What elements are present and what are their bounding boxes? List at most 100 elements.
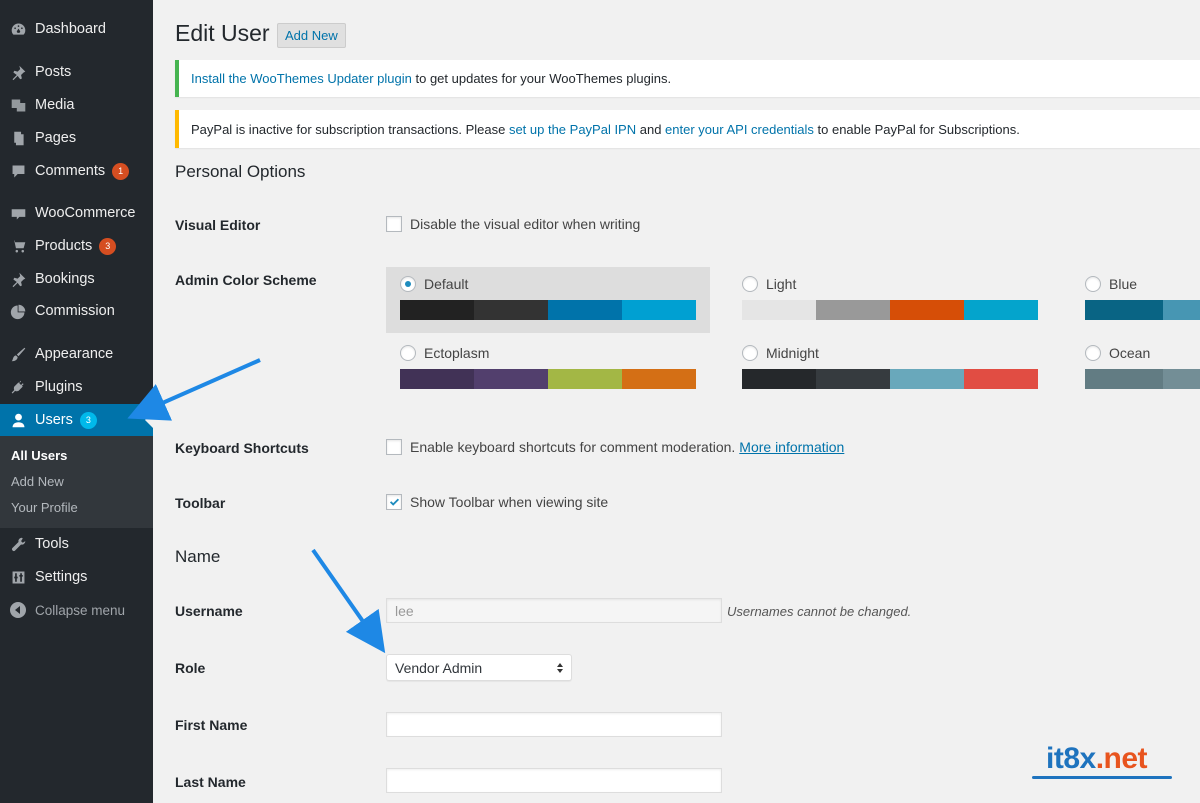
install-updater-link[interactable]: Install the WooThemes Updater plugin bbox=[191, 71, 412, 86]
products-icon bbox=[8, 236, 28, 256]
scheme-radio[interactable] bbox=[1085, 345, 1101, 361]
last-name-field[interactable] bbox=[386, 768, 722, 793]
swatch bbox=[1162, 369, 1200, 389]
swatch bbox=[964, 369, 1038, 389]
sidebar-item-commission[interactable]: Commission bbox=[0, 295, 153, 327]
first-name-field[interactable] bbox=[386, 712, 722, 737]
swatch bbox=[816, 300, 890, 320]
scheme-midnight[interactable]: Midnight bbox=[728, 336, 1052, 402]
api-credentials-link[interactable]: enter your API credentials bbox=[665, 122, 814, 137]
scheme-radio[interactable] bbox=[742, 345, 758, 361]
scheme-radio[interactable] bbox=[1085, 276, 1101, 292]
scheme-ocean[interactable]: Ocean bbox=[1071, 336, 1200, 402]
paypal-ipn-link[interactable]: set up the PayPal IPN bbox=[509, 122, 636, 137]
swatch bbox=[816, 369, 890, 389]
scheme-swatches bbox=[1085, 369, 1200, 389]
scheme-swatches bbox=[742, 369, 1038, 389]
swatch bbox=[742, 300, 816, 320]
sidebar-item-dashboard[interactable]: Dashboard bbox=[0, 13, 153, 45]
sidebar-item-label: Bookings bbox=[35, 271, 95, 287]
sidebar-item-settings[interactable]: Settings bbox=[0, 561, 153, 593]
swatch bbox=[400, 300, 474, 320]
sidebar-item-label: Pages bbox=[35, 130, 77, 146]
submenu-your-profile[interactable]: Your Profile bbox=[11, 500, 78, 515]
updater-notice: Install the WooThemes Updater plugin to … bbox=[175, 60, 1200, 97]
scheme-radio[interactable] bbox=[742, 276, 758, 292]
sidebar-item-products[interactable]: Products 3 bbox=[0, 230, 153, 262]
visual-editor-label: Visual Editor bbox=[175, 217, 261, 233]
keyboard-shortcuts-text: Enable keyboard shortcuts for comment mo… bbox=[410, 439, 736, 455]
visual-editor-text: Disable the visual editor when writing bbox=[410, 216, 641, 232]
sidebar-item-posts[interactable]: Posts bbox=[0, 56, 153, 88]
username-label: Username bbox=[175, 603, 243, 619]
sidebar-item-label: Dashboard bbox=[35, 21, 106, 37]
select-arrows-icon bbox=[557, 662, 563, 673]
swatch bbox=[890, 300, 964, 320]
sidebar-item-label: Commission bbox=[35, 303, 115, 319]
sidebar-item-label: Media bbox=[35, 97, 75, 113]
comment-icon bbox=[8, 161, 28, 181]
media-icon bbox=[8, 95, 28, 115]
keyboard-shortcuts-option[interactable]: Enable keyboard shortcuts for comment mo… bbox=[386, 439, 844, 455]
scheme-swatches bbox=[742, 300, 1038, 320]
scheme-light[interactable]: Light bbox=[728, 267, 1052, 333]
scheme-blue[interactable]: Blue bbox=[1071, 267, 1200, 333]
sidebar-item-bookings[interactable]: Bookings bbox=[0, 263, 153, 295]
notice-text: and bbox=[636, 121, 666, 137]
sidebar-item-tools[interactable]: Tools bbox=[0, 528, 153, 560]
swatch bbox=[890, 369, 964, 389]
username-field[interactable] bbox=[386, 598, 722, 623]
toolbar-label: Toolbar bbox=[175, 495, 226, 511]
sidebar-item-label: Comments bbox=[35, 163, 106, 179]
pie-chart-icon bbox=[8, 301, 28, 321]
scheme-radio[interactable] bbox=[400, 276, 416, 292]
scheme-ectoplasm[interactable]: Ectoplasm bbox=[386, 336, 710, 402]
toolbar-text: Show Toolbar when viewing site bbox=[410, 494, 609, 510]
sidebar-item-users[interactable]: Users 3 bbox=[0, 404, 153, 436]
swatch bbox=[622, 369, 696, 389]
sidebar-item-appearance[interactable]: Appearance bbox=[0, 338, 153, 370]
visual-editor-option[interactable]: Disable the visual editor when writing bbox=[386, 216, 640, 232]
personal-options-title: Personal Options bbox=[175, 162, 306, 181]
sidebar-item-label: Plugins bbox=[35, 379, 83, 395]
sidebar-item-media[interactable]: Media bbox=[0, 89, 153, 121]
users-submenu: All Users Add New Your Profile bbox=[0, 436, 153, 528]
sidebar-item-label: WooCommerce bbox=[35, 205, 136, 221]
keyboard-shortcuts-checkbox[interactable] bbox=[386, 439, 402, 455]
toolbar-checkbox[interactable] bbox=[386, 494, 402, 510]
notice-text: to get updates for your WooThemes plugin… bbox=[411, 71, 672, 86]
paintbrush-icon bbox=[8, 344, 28, 364]
sidebar-item-woocommerce[interactable]: WooCommerce bbox=[0, 197, 153, 229]
more-information-link[interactable]: More information bbox=[739, 439, 844, 455]
pin-icon bbox=[8, 62, 28, 82]
user-icon bbox=[8, 410, 28, 430]
plugin-icon bbox=[8, 377, 28, 397]
collapse-menu-button[interactable]: Collapse menu bbox=[0, 594, 153, 626]
scheme-name: Ectoplasm bbox=[424, 345, 490, 361]
collapse-label: Collapse menu bbox=[35, 602, 126, 618]
swatch bbox=[548, 300, 622, 320]
username-note: Usernames cannot be changed. bbox=[727, 604, 912, 619]
swatch bbox=[474, 369, 548, 389]
toolbar-option[interactable]: Show Toolbar when viewing site bbox=[386, 494, 608, 510]
scheme-name: Blue bbox=[1109, 276, 1138, 292]
submenu-all-users[interactable]: All Users bbox=[11, 448, 67, 463]
scheme-swatches bbox=[400, 300, 696, 320]
swatch bbox=[742, 369, 816, 389]
scheme-radio[interactable] bbox=[400, 345, 416, 361]
visual-editor-checkbox[interactable] bbox=[386, 216, 402, 232]
role-select[interactable]: Vendor Admin bbox=[386, 654, 572, 681]
notice-text: to enable PayPal for Subscriptions. bbox=[813, 121, 1020, 137]
wrench-icon bbox=[8, 534, 28, 554]
checkmark-icon bbox=[389, 498, 399, 506]
sidebar-item-label: Tools bbox=[35, 536, 69, 552]
sidebar-item-comments[interactable]: Comments 1 bbox=[0, 155, 153, 187]
watermark-logo: it8x.net bbox=[1046, 742, 1148, 775]
sidebar-item-plugins[interactable]: Plugins bbox=[0, 371, 153, 403]
swatch bbox=[548, 369, 622, 389]
scheme-default[interactable]: Default bbox=[386, 267, 710, 333]
sidebar-item-pages[interactable]: Pages bbox=[0, 122, 153, 154]
add-new-button[interactable]: Add New bbox=[277, 23, 346, 48]
color-scheme-label: Admin Color Scheme bbox=[175, 272, 317, 288]
submenu-add-new[interactable]: Add New bbox=[11, 474, 64, 489]
